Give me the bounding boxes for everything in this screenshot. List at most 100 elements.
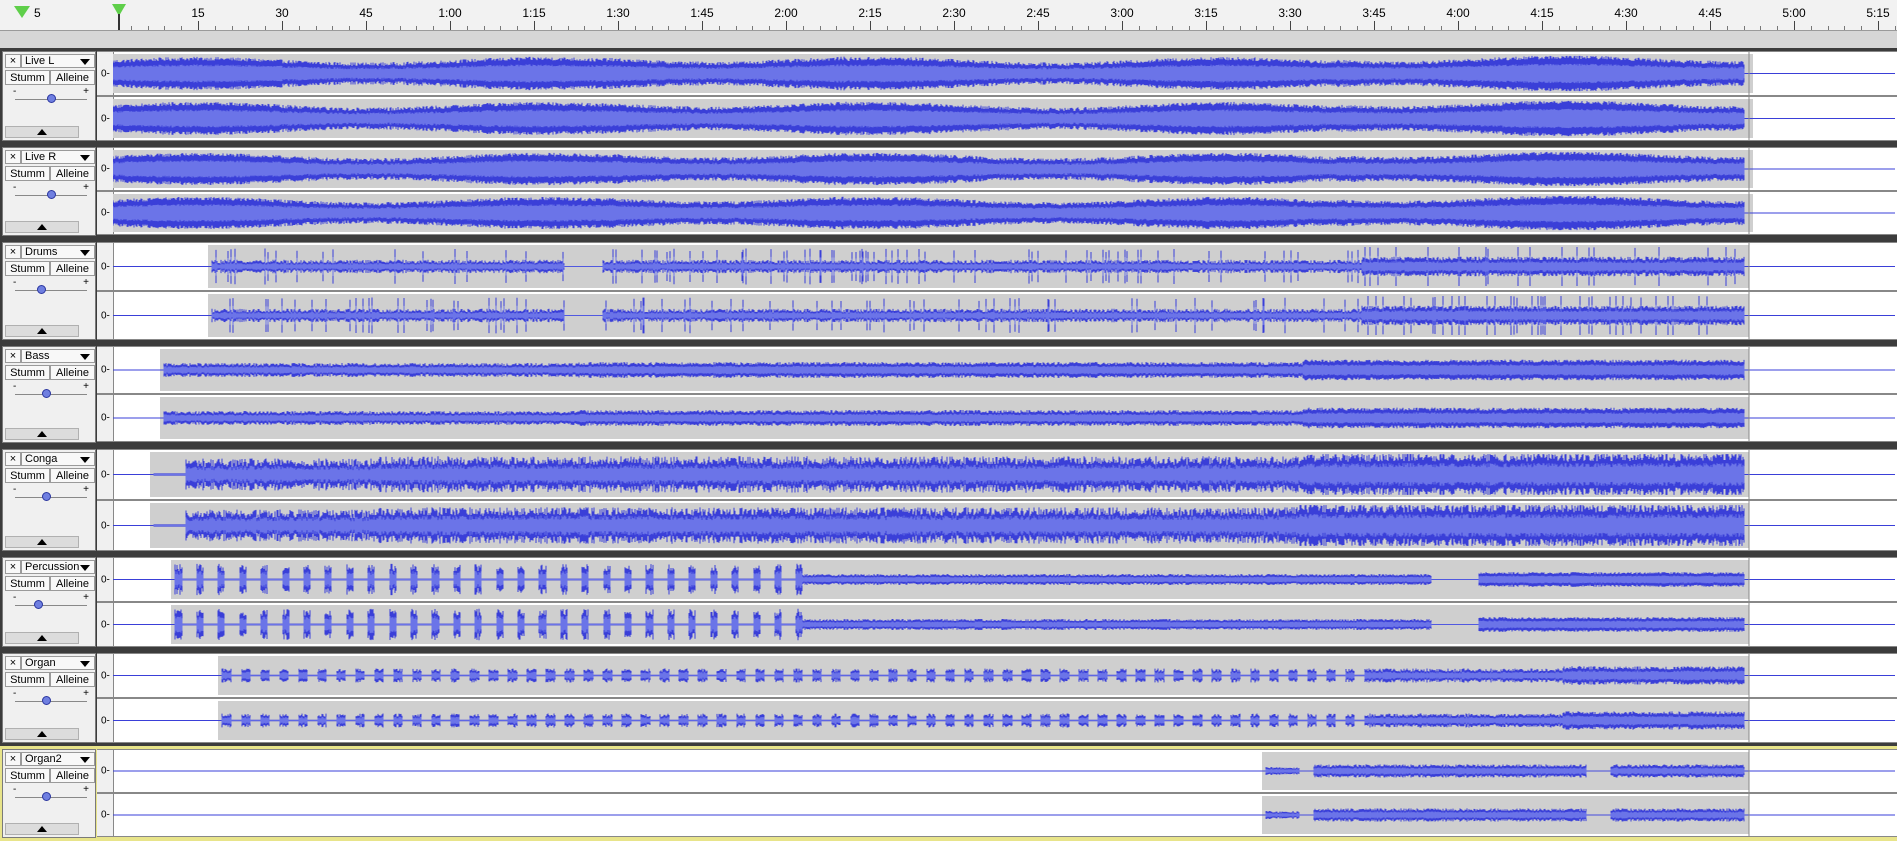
right-channel-waveform[interactable]: 0- [97,191,1897,235]
gain-minus-label: - [13,182,17,193]
right-channel-waveform[interactable]: 0- [97,698,1897,743]
solo-button[interactable]: Alleine [50,261,95,276]
amplitude-zero-label: 0- [101,765,110,777]
track-name-menu-button[interactable]: Organ2 [21,752,95,766]
left-channel-waveform[interactable]: 0- [97,653,1897,698]
gain-slider[interactable]: - + [9,484,91,506]
close-track-button[interactable]: × [5,349,21,363]
collapse-track-button[interactable] [5,428,79,440]
ruler-label: 5:00 [1782,6,1806,20]
right-channel-waveform[interactable]: 0- [97,291,1897,340]
close-track-button[interactable]: × [5,452,21,466]
gain-slider[interactable]: - + [9,592,91,614]
gain-slider[interactable]: - + [9,784,91,806]
left-channel-waveform[interactable]: 0- [97,147,1897,191]
gain-slider-knob[interactable] [47,190,56,199]
close-track-button[interactable]: × [5,150,21,164]
mute-button[interactable]: Stumm [5,166,50,181]
ruler-minor-tick [214,26,216,30]
right-channel-waveform[interactable]: 0- [97,394,1897,442]
ruler-minor-tick [1172,26,1174,30]
track-conga[interactable]: × Conga Stumm Alleine - + 0- 0- [0,446,1897,554]
solo-button[interactable]: Alleine [50,468,95,483]
solo-button[interactable]: Alleine [50,672,95,687]
collapse-track-button[interactable] [5,823,79,835]
mute-button[interactable]: Stumm [5,70,50,85]
track-drums[interactable]: × Drums Stumm Alleine - + 0- 0- [0,239,1897,343]
ruler-minor-tick [416,26,418,30]
track-name-menu-button[interactable]: Live L [21,54,95,68]
track-live-l[interactable]: × Live L Stumm Alleine - + 0- 0- [0,48,1897,144]
track-live-r[interactable]: × Live R Stumm Alleine - + 0- 0- [0,144,1897,239]
track-organ[interactable]: × Organ Stumm Alleine - + 0- 0- [0,650,1897,746]
timeline-ruler[interactable]: 5 15 30 45 1:00 1:15 1:30 1:45 2:00 2:15 2:30 2:45… [0,0,1897,31]
mute-button[interactable]: Stumm [5,768,50,783]
track-bass[interactable]: × Bass Stumm Alleine - + 0- 0- [0,343,1897,446]
solo-button[interactable]: Alleine [50,166,95,181]
collapse-track-button[interactable] [5,536,79,548]
right-channel-waveform[interactable]: 0- [97,500,1897,551]
solo-button[interactable]: Alleine [50,365,95,380]
amplitude-zero-label: 0- [101,574,110,585]
vertical-amplitude-ruler: 0- [97,501,114,550]
right-channel-waveform[interactable]: 0- [97,602,1897,647]
track-name-menu-button[interactable]: Live R [21,150,95,164]
collapse-track-button[interactable] [5,325,79,337]
track-organ2[interactable]: × Organ2 Stumm Alleine - + 0- 0- [0,746,1897,841]
gain-slider-knob[interactable] [34,600,44,609]
right-channel-waveform[interactable]: 0- [97,793,1897,837]
gain-slider-knob[interactable] [41,792,51,801]
ruler-minor-tick [1222,26,1224,30]
collapse-track-button[interactable] [5,728,79,740]
play-region-start-icon[interactable] [14,6,30,18]
track-name-menu-button[interactable]: Drums [21,245,95,259]
close-track-button[interactable]: × [5,560,21,574]
track-name-label: Bass [25,350,50,362]
solo-button[interactable]: Alleine [50,768,95,783]
left-channel-waveform[interactable]: 0- [97,749,1897,793]
gain-slider-knob[interactable] [41,492,51,501]
left-channel-waveform[interactable]: 0- [97,449,1897,500]
gain-slider[interactable]: - + [9,182,91,204]
ruler-minor-tick [147,26,149,30]
gain-slider-knob[interactable] [41,389,51,398]
mute-button[interactable]: Stumm [5,261,50,276]
track-percussion[interactable]: × Percussion Stumm Alleine - + 0- 0- [0,554,1897,650]
ruler-label: 30 [275,6,289,20]
gain-slider-knob[interactable] [37,285,47,294]
ruler-minor-tick [433,26,435,30]
collapse-track-button[interactable] [5,221,79,233]
solo-button[interactable]: Alleine [50,576,95,591]
collapse-track-button[interactable] [5,632,79,644]
collapse-track-button[interactable] [5,126,79,138]
track-name-menu-button[interactable]: Organ [21,656,95,670]
close-track-button[interactable]: × [5,54,21,68]
chevron-down-icon [80,757,90,763]
gain-slider-knob[interactable] [47,94,56,103]
track-name-menu-button[interactable]: Percussion [21,560,95,574]
close-track-button[interactable]: × [5,245,21,259]
amplitude-zero-label: 0- [101,412,110,424]
gain-slider[interactable]: - + [9,277,91,299]
left-channel-waveform[interactable]: 0- [97,557,1897,602]
gain-slider[interactable]: - + [9,688,91,710]
close-track-button[interactable]: × [5,752,21,766]
track-name-menu-button[interactable]: Conga [21,452,95,466]
mute-button[interactable]: Stumm [5,576,50,591]
left-channel-waveform[interactable]: 0- [97,242,1897,291]
left-channel-waveform[interactable]: 0- [97,51,1897,96]
gain-slider[interactable]: - + [9,381,91,403]
mute-button[interactable]: Stumm [5,365,50,380]
ruler-minor-tick [1575,26,1577,30]
gain-slider-knob[interactable] [41,696,51,705]
ruler-minor-tick [1105,26,1107,30]
mute-button[interactable]: Stumm [5,672,50,687]
solo-button[interactable]: Alleine [50,70,95,85]
gain-slider[interactable]: - + [9,86,91,108]
playhead-marker-icon[interactable] [112,4,126,30]
track-name-menu-button[interactable]: Bass [21,349,95,363]
close-track-button[interactable]: × [5,656,21,670]
left-channel-waveform[interactable]: 0- [97,346,1897,394]
right-channel-waveform[interactable]: 0- [97,96,1897,141]
mute-button[interactable]: Stumm [5,468,50,483]
